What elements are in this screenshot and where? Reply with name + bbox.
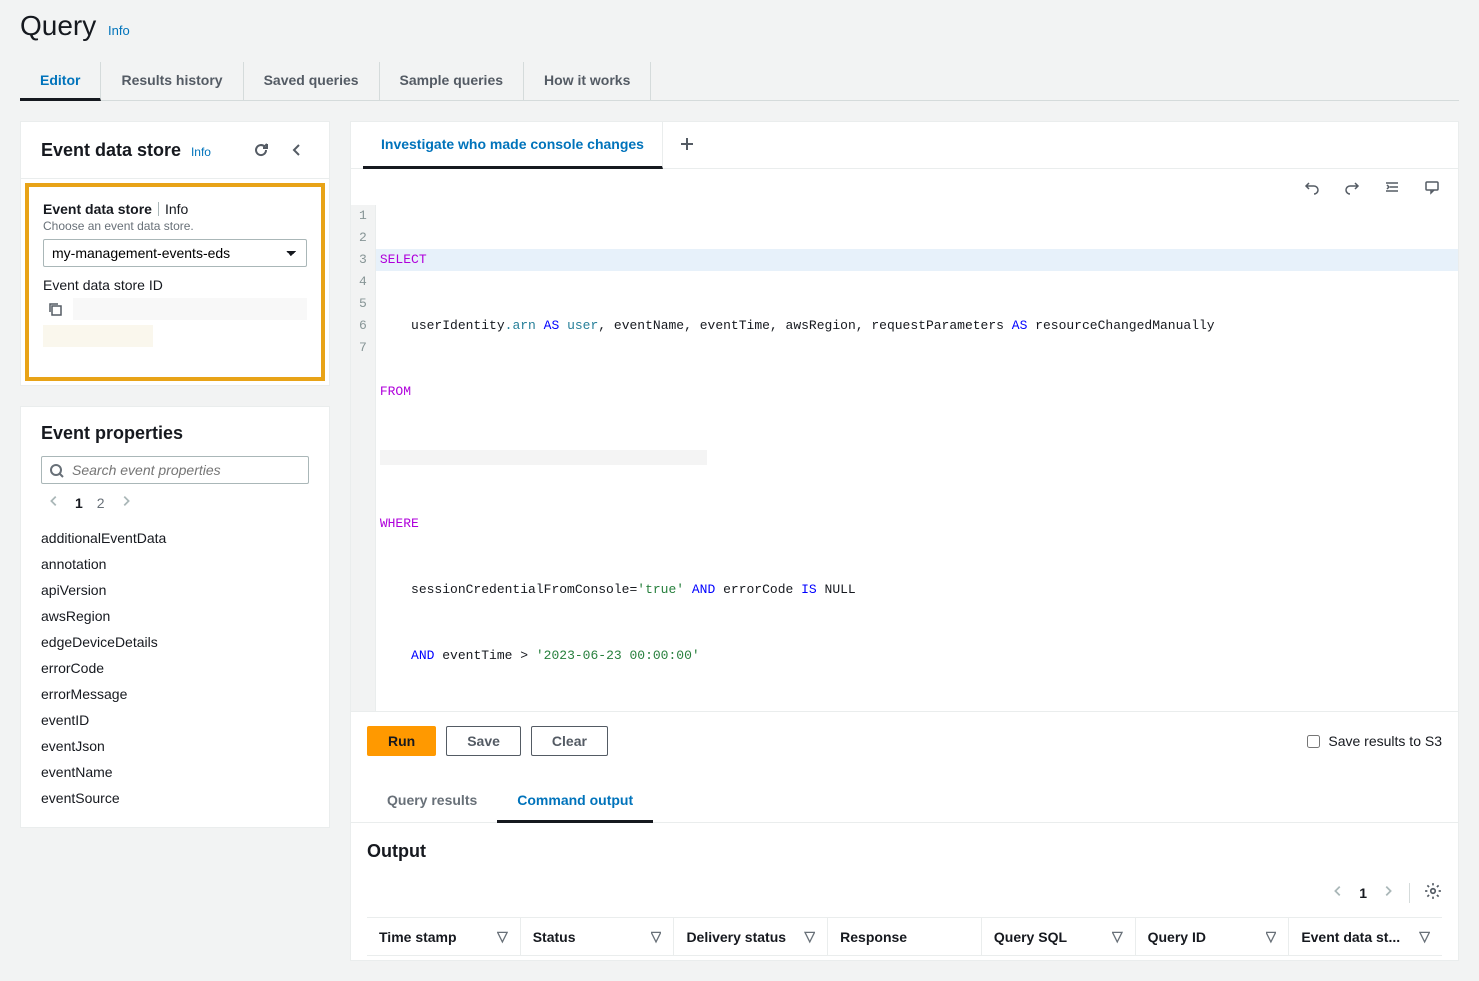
run-button[interactable]: Run xyxy=(367,726,436,756)
eds-label: Event data store xyxy=(43,201,152,217)
code-editor[interactable]: 1 2 3 4 5 6 7 SELECT userIdentity.arn AS… xyxy=(351,205,1458,711)
eds-info-link[interactable]: Info xyxy=(191,145,211,159)
tab-query-results[interactable]: Query results xyxy=(367,780,497,822)
save-to-s3-checkbox[interactable]: Save results to S3 xyxy=(1307,733,1442,749)
gear-icon[interactable] xyxy=(1424,882,1442,903)
output-title: Output xyxy=(367,841,1442,862)
eds-select[interactable]: my-management-events-eds xyxy=(43,239,307,267)
comment-icon[interactable] xyxy=(1420,175,1444,199)
pager-next[interactable] xyxy=(119,494,133,511)
output-pager-next[interactable] xyxy=(1381,884,1395,901)
property-list: additionalEventData annotation apiVersio… xyxy=(41,525,309,811)
collapse-icon[interactable] xyxy=(285,138,309,162)
col-sql[interactable]: Query SQL▽ xyxy=(982,918,1136,955)
tab-command-output[interactable]: Command output xyxy=(497,780,653,823)
col-eds[interactable]: Event data st...▽ xyxy=(1289,918,1442,955)
pager-page-1[interactable]: 1 xyxy=(75,495,83,511)
col-response[interactable]: Response xyxy=(828,918,982,955)
event-properties-panel: Event properties 1 2 additionalEventData… xyxy=(20,406,330,828)
list-item[interactable]: awsRegion xyxy=(41,603,309,629)
tab-how-it-works[interactable]: How it works xyxy=(524,62,651,100)
add-query-tab[interactable] xyxy=(663,136,711,155)
col-timestamp[interactable]: Time stamp▽ xyxy=(367,918,521,955)
tab-sample-queries[interactable]: Sample queries xyxy=(380,62,525,100)
list-item[interactable]: edgeDeviceDetails xyxy=(41,629,309,655)
event-data-store-panel: Event data store Info Event data xyxy=(20,121,330,386)
plus-icon xyxy=(679,136,695,152)
output-pager-prev[interactable] xyxy=(1331,884,1345,901)
save-button[interactable]: Save xyxy=(446,726,521,756)
tab-editor[interactable]: Editor xyxy=(20,62,101,101)
list-item[interactable]: eventName xyxy=(41,759,309,785)
list-item[interactable]: eventID xyxy=(41,707,309,733)
col-qid[interactable]: Query ID▽ xyxy=(1136,918,1290,955)
list-item[interactable]: errorMessage xyxy=(41,681,309,707)
list-item[interactable]: errorCode xyxy=(41,655,309,681)
eds-redacted-value xyxy=(43,325,153,347)
col-delivery[interactable]: Delivery status▽ xyxy=(674,918,828,955)
tab-saved-queries[interactable]: Saved queries xyxy=(244,62,380,100)
list-item[interactable]: eventSource xyxy=(41,785,309,811)
list-item[interactable]: eventJson xyxy=(41,733,309,759)
eds-id-label: Event data store ID xyxy=(43,277,307,293)
tab-results-history[interactable]: Results history xyxy=(101,62,243,100)
save-s3-input[interactable] xyxy=(1307,735,1320,748)
output-page: 1 xyxy=(1359,885,1367,901)
list-item[interactable]: annotation xyxy=(41,551,309,577)
list-item[interactable]: additionalEventData xyxy=(41,525,309,551)
pager-prev[interactable] xyxy=(47,494,61,511)
refresh-icon[interactable] xyxy=(249,138,273,162)
search-input[interactable] xyxy=(41,456,309,484)
eds-box-info[interactable]: Info xyxy=(165,201,188,217)
output-table-header: Time stamp▽ Status▽ Delivery status▽ Res… xyxy=(367,917,1442,956)
clear-button[interactable]: Clear xyxy=(531,726,608,756)
info-link[interactable]: Info xyxy=(108,23,130,38)
copy-icon[interactable] xyxy=(43,297,67,321)
format-icon[interactable] xyxy=(1380,175,1404,199)
props-title: Event properties xyxy=(41,423,309,444)
list-item[interactable]: apiVersion xyxy=(41,577,309,603)
eds-highlight-box: Event data store Info Choose an event da… xyxy=(25,183,325,381)
eds-panel-title: Event data store xyxy=(41,140,181,160)
col-status[interactable]: Status▽ xyxy=(521,918,675,955)
query-tab-investigate[interactable]: Investigate who made console changes xyxy=(363,122,663,169)
search-icon xyxy=(49,463,65,479)
undo-icon[interactable] xyxy=(1300,175,1324,199)
page-title: Query Info xyxy=(20,0,1459,62)
eds-id-value xyxy=(73,298,307,320)
pager-page-2[interactable]: 2 xyxy=(97,495,105,511)
redo-icon[interactable] xyxy=(1340,175,1364,199)
main-tabs: Editor Results history Saved queries Sam… xyxy=(20,62,1459,101)
eds-sublabel: Choose an event data store. xyxy=(43,219,307,233)
